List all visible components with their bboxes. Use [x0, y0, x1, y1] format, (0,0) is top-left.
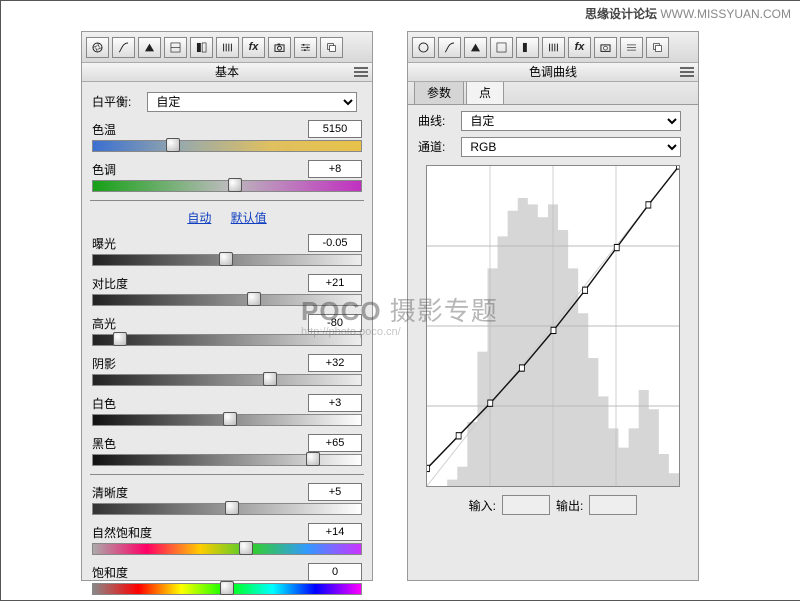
channel-label: 通道:	[418, 138, 458, 155]
whites-slider[interactable]	[92, 414, 362, 426]
contrast-value[interactable]: +21	[308, 274, 362, 292]
vibrance-value[interactable]: +14	[308, 523, 362, 541]
input-label: 输入:	[469, 497, 496, 514]
vibrance-label: 自然饱和度	[92, 524, 170, 541]
triangle-icon[interactable]	[464, 37, 487, 58]
exposure-value[interactable]: -0.05	[308, 234, 362, 252]
exposure-slider[interactable]	[92, 254, 362, 266]
tint-value[interactable]: +8	[308, 160, 362, 178]
copy-icon[interactable]	[646, 37, 669, 58]
curve-panel: fx 色调曲线 参数 点 曲线: 自定 通道: RGB	[407, 31, 699, 581]
curve-label: 曲线:	[418, 112, 458, 129]
split-icon[interactable]	[516, 37, 539, 58]
contrast-slider[interactable]	[92, 294, 362, 306]
output-value[interactable]	[589, 495, 637, 515]
blacks-slider[interactable]	[92, 454, 362, 466]
wb-select[interactable]: 自定	[147, 92, 357, 112]
detail-icon[interactable]	[542, 37, 565, 58]
vibrance-slider[interactable]	[92, 543, 362, 555]
contrast-label: 对比度	[92, 275, 156, 292]
channel-select[interactable]: RGB	[461, 137, 681, 157]
saturation-value[interactable]: 0	[308, 563, 362, 581]
panel-title: 基本	[82, 63, 372, 82]
sliders-icon[interactable]	[620, 37, 643, 58]
highlights-label: 高光	[92, 315, 156, 332]
exposure-label: 曝光	[92, 235, 156, 252]
whites-value[interactable]: +3	[308, 394, 362, 412]
toolbar-right: fx	[408, 32, 698, 63]
aperture-icon[interactable]	[412, 37, 435, 58]
copy-icon[interactable]	[320, 37, 343, 58]
watermark-header: 思缘设计论坛 WWW.MISSYUAN.COM	[585, 5, 791, 22]
fx-icon[interactable]: fx	[242, 37, 265, 58]
highlights-value[interactable]: -80	[308, 314, 362, 332]
tone-curve-chart[interactable]	[426, 165, 680, 487]
saturation-slider[interactable]	[92, 583, 362, 595]
curve-icon[interactable]	[112, 37, 135, 58]
panel-menu-icon[interactable]	[680, 67, 694, 77]
shadows-slider[interactable]	[92, 374, 362, 386]
tint-label: 色调	[92, 161, 156, 178]
blacks-label: 黑色	[92, 435, 156, 452]
temp-slider[interactable]	[92, 140, 362, 152]
highlights-slider[interactable]	[92, 334, 362, 346]
camera-icon[interactable]	[594, 37, 617, 58]
saturation-label: 饱和度	[92, 564, 156, 581]
clarity-slider[interactable]	[92, 503, 362, 515]
triangle-icon[interactable]	[138, 37, 161, 58]
toolbar: fx	[82, 32, 372, 63]
basic-panel: fx 基本 白平衡: 自定 色温 5150 色调 +8 自动 默认值 曝光 -0.05	[81, 31, 373, 581]
fx-icon[interactable]: fx	[568, 37, 591, 58]
output-label: 输出:	[556, 497, 583, 514]
blacks-value[interactable]: +65	[308, 434, 362, 452]
curve-icon[interactable]	[438, 37, 461, 58]
temp-value[interactable]: 5150	[308, 120, 362, 138]
hsl-icon[interactable]	[490, 37, 513, 58]
auto-links: 自动 默认值	[92, 209, 362, 226]
sliders-icon[interactable]	[294, 37, 317, 58]
shadows-value[interactable]: +32	[308, 354, 362, 372]
auto-link[interactable]: 自动	[187, 211, 211, 225]
camera-icon[interactable]	[268, 37, 291, 58]
detail-icon[interactable]	[216, 37, 239, 58]
hsl-icon[interactable]	[164, 37, 187, 58]
clarity-label: 清晰度	[92, 484, 156, 501]
shadows-label: 阴影	[92, 355, 156, 372]
split-icon[interactable]	[190, 37, 213, 58]
tab-parametric[interactable]: 参数	[414, 80, 464, 104]
whites-label: 白色	[92, 395, 156, 412]
temp-label: 色温	[92, 121, 156, 138]
curve-panel-title: 色调曲线	[408, 63, 698, 82]
default-link[interactable]: 默认值	[231, 211, 267, 225]
panel-menu-icon[interactable]	[354, 67, 368, 77]
tint-slider[interactable]	[92, 180, 362, 192]
tab-point[interactable]: 点	[466, 80, 504, 104]
wb-label: 白平衡:	[92, 93, 144, 110]
curve-select[interactable]: 自定	[461, 111, 681, 131]
aperture-icon[interactable]	[86, 37, 109, 58]
clarity-value[interactable]: +5	[308, 483, 362, 501]
input-value[interactable]	[502, 495, 550, 515]
